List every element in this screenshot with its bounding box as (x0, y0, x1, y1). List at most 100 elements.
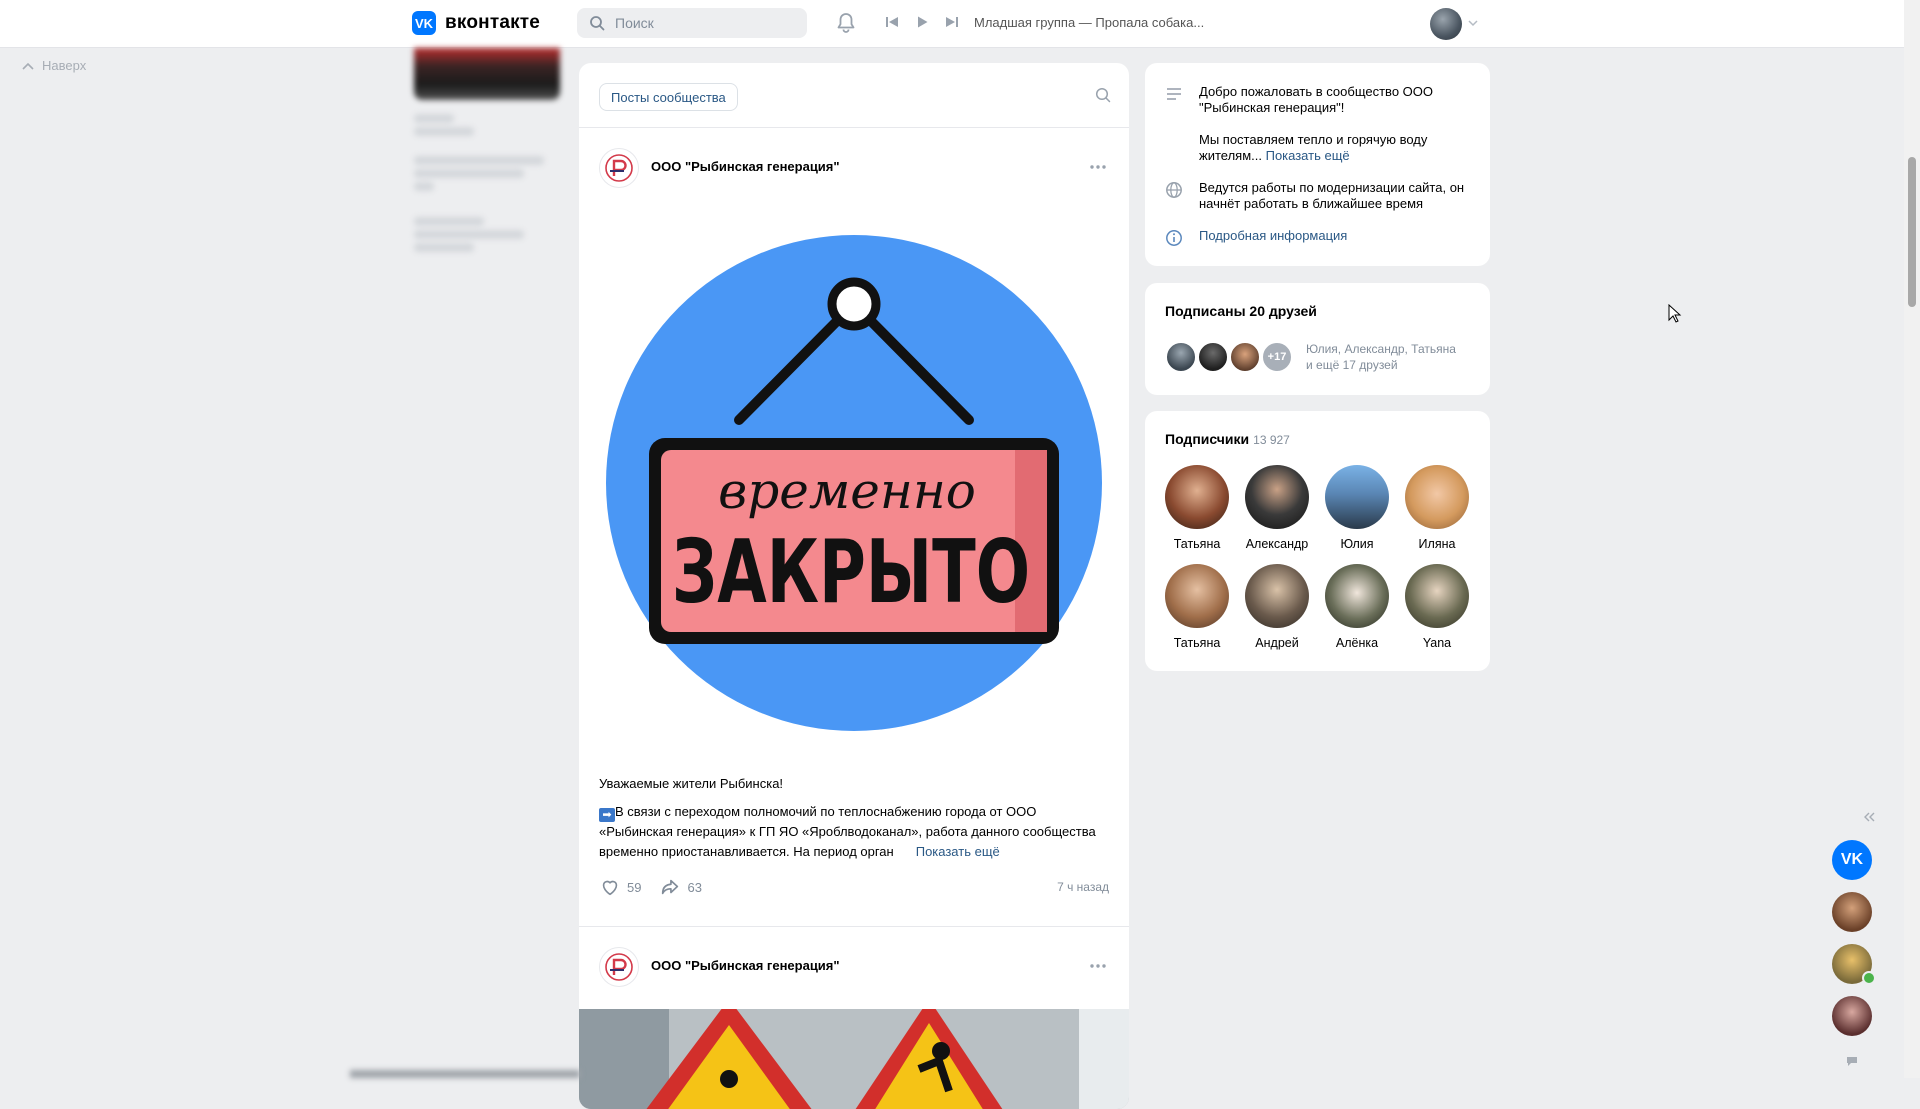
subscriber-name: Yana (1422, 636, 1452, 650)
subscriber[interactable]: Yana (1397, 564, 1477, 650)
collapse-panel-icon[interactable] (1862, 811, 1876, 823)
like-button[interactable]: 59 (599, 876, 641, 898)
mouse-cursor-icon (1668, 304, 1682, 323)
friend-avatar[interactable] (1165, 341, 1197, 373)
now-playing-title[interactable]: Младшая группа — Пропала собака... (974, 15, 1204, 30)
more-friends-badge[interactable]: +17 (1261, 341, 1293, 373)
profile-avatar[interactable] (1430, 8, 1462, 40)
post-text-content: В связи с переходом полномочий по теплос… (599, 804, 1096, 859)
left-menu-blurred (414, 48, 560, 252)
subscriber-name: Татьяна (1173, 636, 1221, 650)
notice-text: Ведутся работы по модернизации сайта, он… (1199, 180, 1465, 211)
post-title: Уважаемые жители Рыбинска! (599, 776, 784, 791)
play-icon (918, 16, 928, 28)
search-icon (590, 16, 605, 31)
post-actions: 59 63 7 ч назад (579, 862, 1129, 912)
subscriber[interactable]: Татьяна (1157, 564, 1237, 650)
share-count: 63 (687, 879, 702, 895)
details-link[interactable]: Подробная информация (1199, 228, 1484, 247)
chat-avatar[interactable] (1832, 892, 1872, 932)
post-body: Уважаемые жители Рыбинска! ➡ В связи с пе… (579, 758, 1129, 862)
subscriber-name: Юлия (1340, 537, 1374, 551)
subscriber[interactable]: Алёнка (1317, 564, 1397, 650)
post-header: ООО "Рыбинская генерация" (579, 927, 1129, 1009)
more-options-icon[interactable] (1089, 963, 1107, 969)
chat-avatar[interactable] (1832, 996, 1872, 1036)
subscriber[interactable]: Юлия (1317, 465, 1397, 551)
sign-text-top: временно (718, 462, 976, 520)
vk-logo-text: вконтакте (445, 12, 541, 33)
post: ООО "Рыбинская генерация" (579, 926, 1129, 1109)
show-more-link[interactable]: Показать ещё (893, 844, 1000, 859)
subscriber[interactable]: Иляна (1397, 465, 1477, 551)
post-image[interactable] (579, 1009, 1129, 1109)
community-feed: Посты сообщества ООО "Рыбинская генераци… (579, 63, 1129, 1109)
blurred-line (414, 182, 434, 191)
notifications-bell-icon[interactable] (834, 11, 858, 35)
next-icon (946, 17, 958, 27)
subscriber-avatar (1245, 465, 1309, 529)
arrow-right-emoji-icon: ➡ (599, 808, 615, 822)
globe-icon (1166, 182, 1182, 198)
post-author[interactable]: ООО "Рыбинская генерация" (651, 958, 840, 973)
friends-subscribed-card[interactable]: Подписаны 20 друзей (1145, 283, 1490, 395)
tab-community-posts[interactable]: Посты сообщества (599, 83, 738, 111)
welcome-text: Добро пожаловать в сообщество ООО "Рыбин… (1199, 84, 1433, 115)
subscriber-avatar (1245, 564, 1309, 628)
subscriber-name: Иляна (1418, 537, 1456, 551)
play-button[interactable] (914, 14, 930, 30)
blurred-cover-image (414, 48, 560, 100)
search-box[interactable] (577, 8, 807, 38)
next-track-button[interactable] (944, 14, 960, 30)
community-logo-icon (605, 154, 633, 182)
more-options-icon[interactable] (1089, 164, 1107, 170)
audio-player-controls (884, 14, 960, 30)
share-button[interactable]: 63 (659, 876, 702, 898)
post-image[interactable]: временно ЗАКРЫТО (579, 208, 1129, 758)
post-header: ООО "Рыбинская генерация" (579, 128, 1129, 208)
info-icon (1166, 230, 1182, 246)
back-to-top-button[interactable]: Наверх (22, 58, 86, 73)
notice-row: Ведутся работы по модернизации сайта, он… (1165, 180, 1484, 212)
scrollbar-thumb[interactable] (1908, 157, 1916, 307)
blurred-line (414, 230, 524, 239)
temporarily-closed-sign-image: временно ЗАКРЫТО (606, 235, 1102, 731)
blurred-bottom-bar (350, 1070, 580, 1078)
blurred-line (414, 243, 474, 252)
post-author[interactable]: ООО "Рыбинская генерация" (651, 159, 840, 174)
road-works-signs-image (579, 1009, 1129, 1109)
subscriber[interactable]: Андрей (1237, 564, 1317, 650)
search-input[interactable] (613, 14, 797, 32)
friend-avatar[interactable] (1197, 341, 1229, 373)
blurred-line (414, 217, 484, 226)
community-avatar[interactable] (599, 947, 639, 987)
subscriber-name: Алёнка (1335, 636, 1379, 650)
online-indicator (1862, 971, 1876, 985)
friends-names[interactable]: Юлия, Александр, Татьяна и ещё 17 друзей (1306, 341, 1476, 373)
community-logo-icon (605, 953, 633, 981)
feed-search-icon[interactable] (1095, 87, 1111, 103)
friend-avatar[interactable] (1229, 341, 1261, 373)
vk-messenger-icon[interactable]: VK (1832, 840, 1872, 880)
community-avatar[interactable] (599, 148, 639, 188)
chevron-down-icon[interactable] (1468, 19, 1478, 27)
subscriber[interactable]: Александр (1237, 465, 1317, 551)
details-row[interactable]: Подробная информация (1165, 228, 1484, 247)
feed-header: Посты сообщества (579, 63, 1129, 128)
blurred-line (414, 127, 474, 136)
vk-logo[interactable]: VK вконтакте (412, 11, 540, 35)
post-time[interactable]: 7 ч назад (1057, 880, 1109, 894)
post-text: ➡ В связи с переходом полномочий по тепло… (599, 802, 1109, 862)
community-info-card: Добро пожаловать в сообщество ООО "Рыбин… (1145, 63, 1490, 266)
friends-names-line2: и ещё 17 друзей (1306, 358, 1398, 372)
previous-icon (886, 17, 898, 27)
subscribers-title[interactable]: Подписчики 13 927 (1165, 431, 1290, 447)
welcome-row: Добро пожаловать в сообщество ООО "Рыбин… (1165, 84, 1484, 164)
subscriber[interactable]: Татьяна (1157, 465, 1237, 551)
subscriber-name: Андрей (1255, 636, 1299, 650)
chat-bubble-icon[interactable] (1845, 1054, 1859, 1068)
previous-track-button[interactable] (884, 14, 900, 30)
friends-title[interactable]: Подписаны 20 друзей (1165, 303, 1317, 319)
about-show-more-link[interactable]: Показать ещё (1266, 148, 1350, 163)
subscribers-count: 13 927 (1253, 433, 1290, 447)
